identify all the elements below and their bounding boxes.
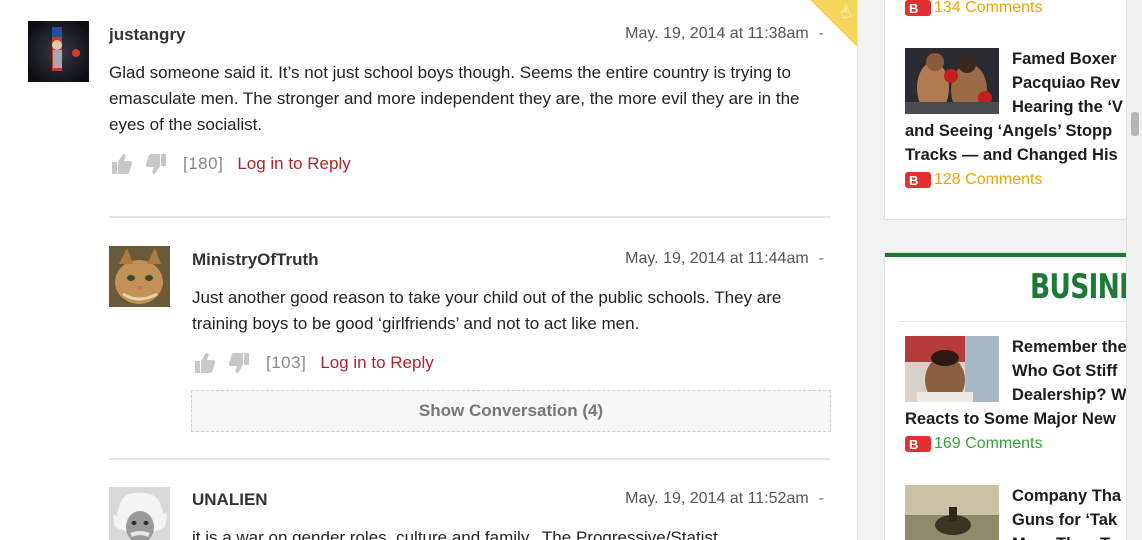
scrollbar-thumb[interactable] [1131,112,1139,136]
story-title-line[interactable]: More Than T [1012,532,1110,540]
story-title-line[interactable]: Dealership? W [1012,383,1127,407]
section-divider [899,321,1139,322]
comments-pane: ☝ justangry May. 19, 2014 at 11:38am - Gl… [0,0,858,540]
comment-bubble-icon: B [905,0,931,16]
svg-text:B: B [909,437,918,452]
comment-count-label: 128 Comments [934,171,1043,188]
story-title-line[interactable]: Reacts to Some Major New [905,407,1116,431]
story-comment-count[interactable]: B 128 Comments [905,171,1043,189]
story-title-line[interactable]: and Seeing ‘Angels’ Stopp [905,119,1112,143]
story-comment-count[interactable]: B 134 Comments [905,0,1043,17]
comment-count-label: 169 Comments [934,435,1043,452]
comment-count-label: 134 Comments [934,0,1043,16]
story-title-line[interactable]: Hearing the ‘V [1012,95,1123,119]
page-scrollbar[interactable] [1126,0,1142,540]
svg-text:B: B [909,1,918,16]
comment-bubble-icon: B [905,172,931,188]
story-title-line[interactable]: Company Tha [1012,484,1121,508]
sidebar-story-card: B 134 Comments Famed Boxer Pacquiao Rev … [884,0,1142,220]
comment-timestamp: May. 19, 2014 at 11:52am - [625,490,824,508]
story-comment-count[interactable]: B 169 Comments [905,435,1043,453]
comment-menu-dash[interactable]: - [819,490,824,507]
comment-body: it is a war on gender roles, culture and… [192,528,718,540]
comment-author[interactable]: UNALIEN [192,490,268,510]
avatar[interactable] [109,487,170,540]
story-title-line[interactable]: Famed Boxer [1012,47,1117,71]
story-title-line[interactable]: Who Got Stiff [1012,359,1117,383]
story-title-line[interactable]: Guns for ‘Tak [1012,508,1117,532]
section-accent-bar [885,253,1141,257]
business-section-card: BUSINES Remember the Who Got Stiff Deale… [884,252,1142,540]
svg-text:B: B [909,173,918,188]
story-thumbnail-boxing[interactable] [905,48,999,114]
comment-bubble-icon: B [905,436,931,452]
story-title-line[interactable]: Pacquiao Rev [1012,71,1120,95]
comment: UNALIEN May. 19, 2014 at 11:52am - it is … [0,0,857,540]
story-thumbnail-dealership[interactable] [905,336,999,402]
story-thumbnail-company[interactable] [905,485,999,540]
timestamp-text: May. 19, 2014 at 11:52am [625,490,809,507]
story-title-line[interactable]: Tracks — and Changed His [905,143,1118,167]
story-title-line[interactable]: Remember the [1012,335,1127,359]
